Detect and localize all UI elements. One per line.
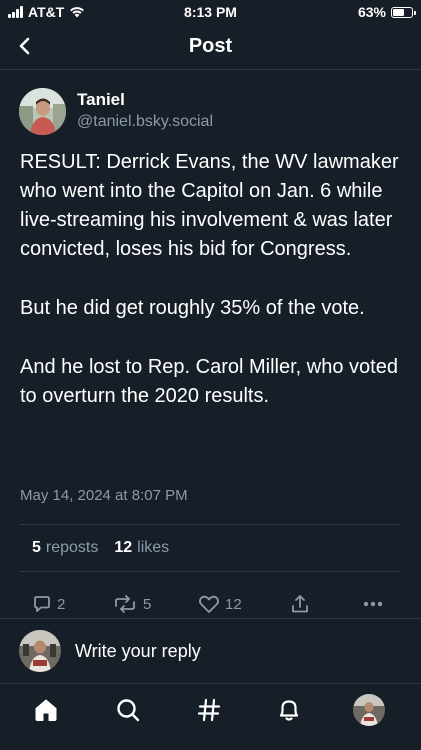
tab-feeds[interactable] bbox=[193, 694, 225, 726]
author-name[interactable]: Taniel bbox=[77, 89, 213, 111]
reposts-stat[interactable]: 5 reposts bbox=[32, 539, 98, 557]
user-avatar bbox=[19, 630, 61, 672]
tab-profile[interactable] bbox=[353, 694, 385, 726]
post-stats: 5 reposts 12 likes bbox=[20, 524, 401, 572]
header: Post bbox=[0, 24, 421, 70]
repost-count: 5 bbox=[143, 595, 152, 613]
tab-search[interactable] bbox=[112, 694, 144, 726]
likes-label: likes bbox=[137, 539, 170, 556]
post-paragraph: RESULT: Derrick Evans, the WV lawmaker w… bbox=[20, 151, 399, 260]
heart-icon bbox=[199, 595, 219, 613]
more-icon bbox=[363, 601, 383, 607]
post-actions: 2 5 12 bbox=[20, 594, 390, 618]
author-avatar[interactable] bbox=[19, 88, 66, 135]
reply-count: 2 bbox=[57, 595, 66, 613]
search-icon bbox=[117, 699, 140, 722]
like-count: 12 bbox=[225, 595, 242, 613]
reposts-count: 5 bbox=[32, 539, 41, 556]
likes-stat[interactable]: 12 likes bbox=[114, 539, 169, 557]
reposts-label: reposts bbox=[45, 539, 99, 556]
reply-composer[interactable]: Write your reply bbox=[0, 618, 421, 684]
status-right: 63% bbox=[357, 4, 416, 20]
page-title: Post bbox=[188, 35, 233, 57]
tab-notifications[interactable] bbox=[273, 694, 305, 726]
like-button[interactable]: 12 bbox=[198, 594, 242, 614]
reply-button[interactable]: 2 bbox=[32, 594, 65, 614]
bell-icon bbox=[279, 700, 299, 721]
likes-count: 12 bbox=[114, 539, 133, 556]
post-paragraph: But he did get roughly 35% of the vote. bbox=[20, 297, 365, 319]
tab-home[interactable] bbox=[30, 694, 62, 726]
post-timestamp: May 14, 2024 at 8:07 PM bbox=[20, 487, 188, 504]
more-options-button[interactable] bbox=[362, 594, 384, 614]
post-body: RESULT: Derrick Evans, the WV lawmaker w… bbox=[20, 148, 405, 441]
reply-icon bbox=[34, 596, 50, 612]
share-button[interactable] bbox=[290, 594, 310, 614]
profile-avatar bbox=[353, 694, 385, 726]
author-handle[interactable]: @taniel.bsky.social bbox=[77, 111, 213, 133]
post-paragraph: And he lost to Rep. Carol Miller, who vo… bbox=[20, 356, 398, 407]
hashtag-icon bbox=[197, 698, 221, 722]
status-bar: AT&T 8:13 PM 63% bbox=[0, 0, 421, 24]
repost-button[interactable]: 5 bbox=[112, 594, 151, 614]
repost-icon bbox=[115, 595, 135, 613]
battery-percent: 63% bbox=[357, 4, 386, 20]
share-icon bbox=[292, 595, 308, 613]
battery-icon bbox=[391, 6, 416, 18]
tab-bar bbox=[0, 684, 421, 750]
author-text: Taniel @taniel.bsky.social bbox=[77, 89, 213, 133]
post-author[interactable]: Taniel @taniel.bsky.social bbox=[19, 88, 213, 135]
battery-level bbox=[393, 8, 404, 16]
home-icon bbox=[35, 699, 57, 721]
reply-input[interactable]: Write your reply bbox=[75, 641, 201, 662]
